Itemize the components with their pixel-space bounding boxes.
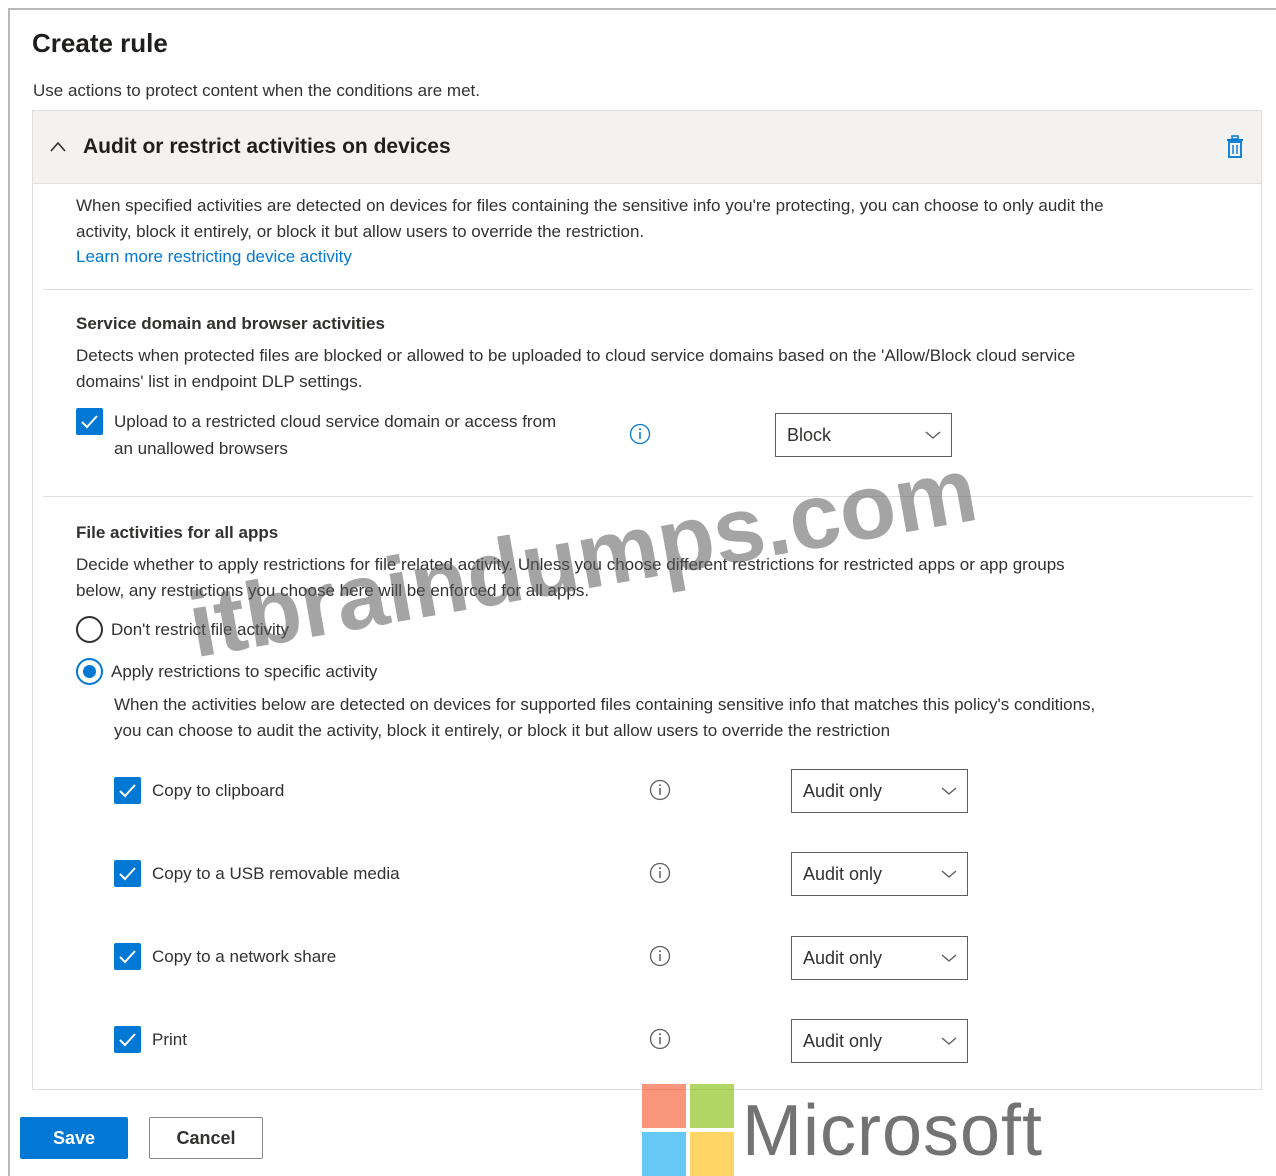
service-domain-desc-line-1: Detects when protected files are blocked… [76,346,1076,365]
chevron-down-icon [941,787,957,795]
info-icon[interactable] [629,423,651,445]
file-activities-desc-line-2: below, any restrictions you choose here … [76,581,590,600]
dropdown-value: Audit only [803,864,883,884]
save-button[interactable]: Save [20,1117,128,1159]
radio-dont-restrict-label: Don't restrict file activity [111,620,290,639]
upload-restricted-label-line-2: an unallowed browsers [114,439,288,458]
print-checkbox[interactable] [114,1026,141,1053]
section-title: Audit or restrict activities on devices [83,135,451,158]
page-subtitle: Use actions to protect content when the … [33,81,480,100]
copy-clipboard-label: Copy to clipboard [152,781,285,800]
service-domain-desc-line-2: domains' list in endpoint DLP settings. [76,372,363,391]
microsoft-logo-icon [642,1084,734,1176]
apply-desc-line-1: When the activities below are detected o… [114,695,1096,714]
copy-clipboard-checkbox[interactable] [114,777,141,804]
chevron-down-icon [941,870,957,878]
dropdown-value: Block [787,425,832,445]
info-icon[interactable] [649,779,671,801]
audit-restrict-section: Audit or restrict activities on devices … [32,110,1262,1090]
radio-apply-restrictions-label: Apply restrictions to specific activity [111,662,378,681]
copy-usb-dropdown[interactable]: Audit only [791,852,968,896]
learn-more-link[interactable]: Learn more restricting device activity [76,247,352,267]
section-description-line-1: When specified activities are detected o… [76,196,1104,215]
copy-usb-checkbox[interactable] [114,860,141,887]
service-domain-heading: Service domain and browser activities [76,314,385,333]
copy-network-share-label: Copy to a network share [152,947,337,966]
dropdown-value: Audit only [803,1031,883,1051]
copy-clipboard-dropdown[interactable]: Audit only [791,769,968,813]
dropdown-value: Audit only [803,781,883,801]
upload-restricted-checkbox[interactable] [76,408,103,435]
microsoft-logo-text: Microsoft [742,1091,1044,1171]
info-icon[interactable] [649,862,671,884]
copy-network-share-dropdown[interactable]: Audit only [791,936,968,980]
file-activities-heading: File activities for all apps [76,523,279,542]
divider [43,496,1253,497]
apply-desc-line-2: you can choose to audit the activity, bl… [114,721,891,740]
upload-restricted-label-line-1: Upload to a restricted cloud service dom… [114,412,557,431]
info-icon[interactable] [649,945,671,967]
page-title: Create rule [32,28,168,58]
radio-dont-restrict[interactable] [76,616,103,643]
section-header[interactable]: Audit or restrict activities on devices [33,111,1261,184]
radio-apply-restrictions[interactable] [76,658,103,685]
chevron-up-icon[interactable] [50,139,66,155]
divider [43,289,1253,290]
info-icon[interactable] [649,1028,671,1050]
dropdown-value: Audit only [803,948,883,968]
section-description-line-2: activity, block it entirely, or block it… [76,222,645,241]
trash-icon[interactable] [1225,135,1245,159]
chevron-down-icon [941,954,957,962]
chevron-down-icon [941,1037,957,1045]
chevron-down-icon [925,431,941,439]
copy-usb-label: Copy to a USB removable media [152,864,400,883]
print-dropdown[interactable]: Audit only [791,1019,968,1063]
print-label: Print [152,1030,187,1049]
copy-network-share-checkbox[interactable] [114,943,141,970]
file-activities-desc-line-1: Decide whether to apply restrictions for… [76,555,1065,574]
upload-restricted-dropdown[interactable]: Block [775,413,952,457]
cancel-button[interactable]: Cancel [149,1117,263,1159]
